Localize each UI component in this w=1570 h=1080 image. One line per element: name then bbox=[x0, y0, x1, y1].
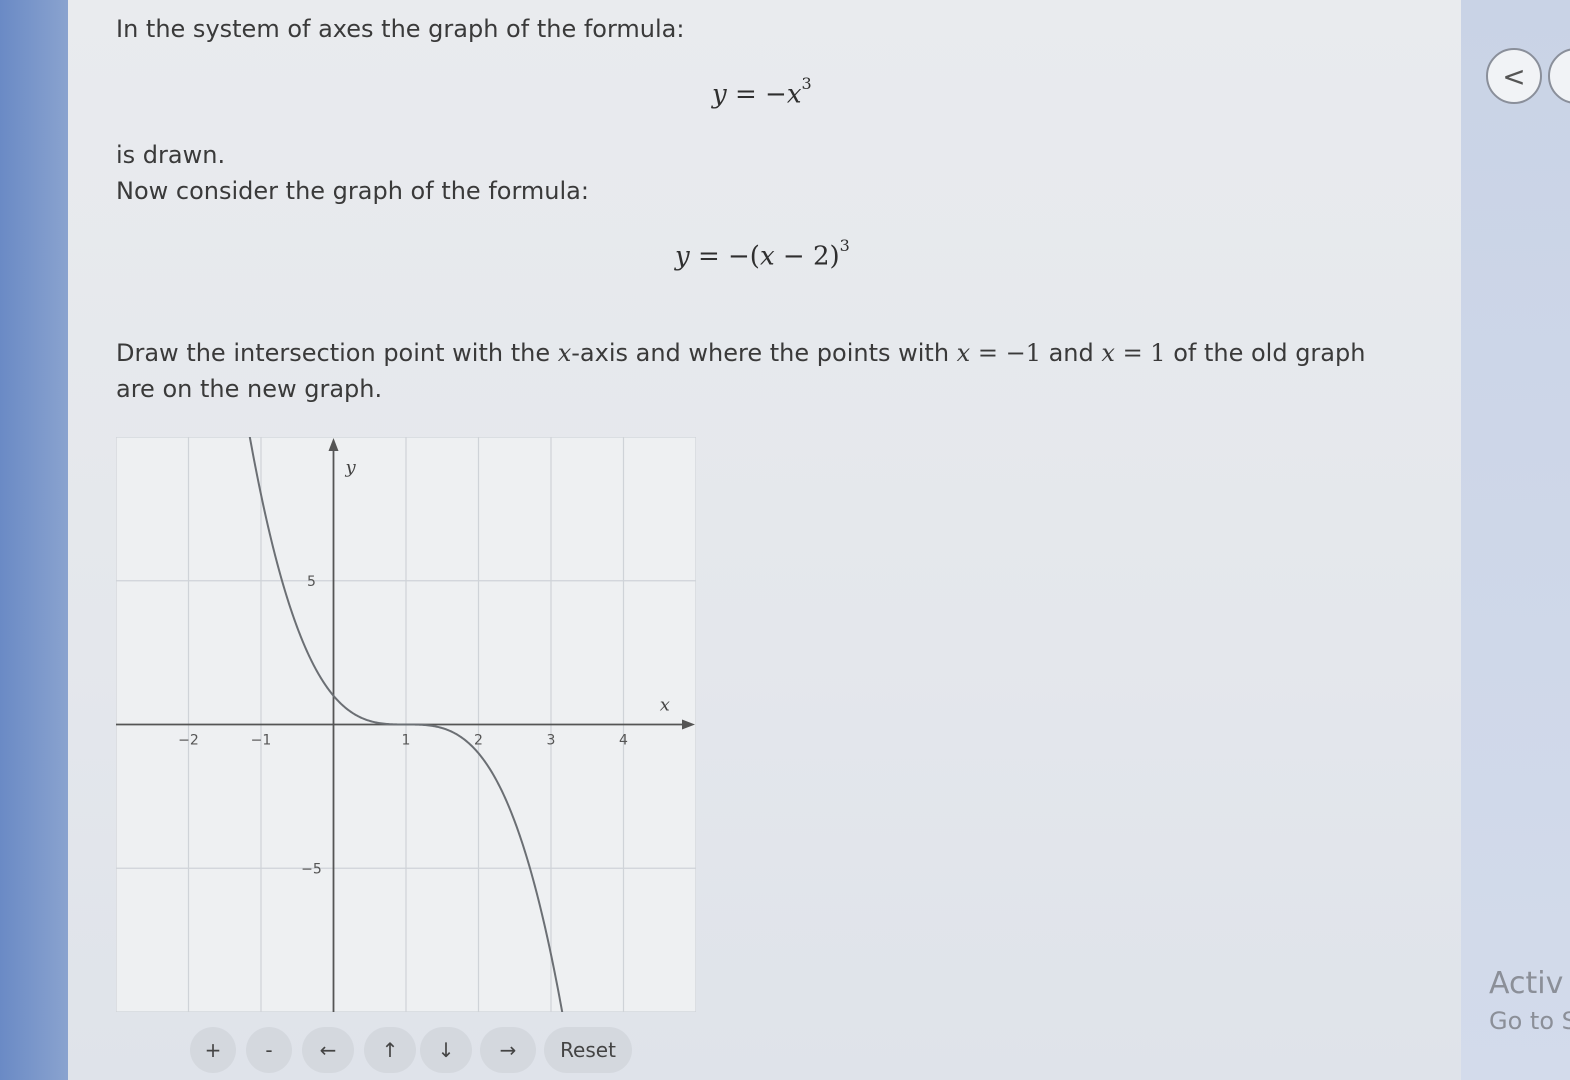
watermark-line2: Go to S bbox=[1489, 1007, 1570, 1035]
formula-new-eq: = −( bbox=[689, 241, 760, 272]
instruction-part4: of the old graph bbox=[1165, 339, 1366, 367]
x-tick-label: 4 bbox=[619, 733, 628, 749]
pan-right-button[interactable]: → bbox=[480, 1027, 536, 1073]
formula-new-exp: 3 bbox=[839, 236, 850, 255]
pan-down-button[interactable]: ↓ bbox=[420, 1027, 472, 1073]
instruction-xvar2: x bbox=[956, 339, 971, 367]
instruction-xvar3: x bbox=[1101, 339, 1115, 367]
formula-old-var: x bbox=[786, 79, 802, 110]
y-tick-label: −5 bbox=[301, 861, 322, 877]
formula-new-lhs: y bbox=[675, 241, 690, 272]
instruction-eq2: = 1 bbox=[1114, 339, 1166, 367]
chevron-left-icon: < bbox=[1502, 59, 1526, 93]
watermark-line1: Activ bbox=[1489, 966, 1564, 1001]
pan-left-button[interactable]: ← bbox=[302, 1027, 354, 1073]
reset-button[interactable]: Reset bbox=[544, 1027, 632, 1073]
drawn-text: is drawn. bbox=[116, 141, 226, 169]
formula-new-rest: − 2) bbox=[774, 241, 840, 272]
formula-old-eq: = − bbox=[726, 79, 787, 110]
x-tick-label: 1 bbox=[402, 733, 411, 749]
tick-labels: −2 −1 1 2 3 4 5 −5 bbox=[178, 574, 628, 878]
back-button[interactable]: < bbox=[1486, 48, 1542, 104]
formula-new: y = −(x − 2)3 bbox=[675, 236, 850, 272]
instruction-part1: Draw the intersection point with the bbox=[116, 339, 558, 367]
pan-up-button[interactable]: ↑ bbox=[364, 1027, 416, 1073]
x-axis-label: x bbox=[660, 695, 670, 716]
activation-watermark: Activ Go to S bbox=[1489, 966, 1570, 1035]
zoom-in-button[interactable]: + bbox=[190, 1027, 236, 1073]
x-tick-label: 2 bbox=[474, 733, 483, 749]
graph-canvas[interactable]: −2 −1 1 2 3 4 5 −5 y x bbox=[115, 418, 697, 1031]
x-tick-label: 3 bbox=[547, 733, 556, 749]
formula-old-lhs: y bbox=[712, 79, 727, 110]
left-strip bbox=[0, 0, 68, 1080]
formula-old: y = −x3 bbox=[712, 74, 812, 110]
instruction-line2: are on the new graph. bbox=[116, 375, 383, 403]
zoom-out-button[interactable]: - bbox=[246, 1027, 292, 1073]
x-tick-label: −2 bbox=[178, 733, 199, 749]
x-axis-arrow bbox=[682, 719, 695, 730]
y-axis-label: y bbox=[345, 457, 357, 478]
instruction-xvar1: x bbox=[557, 339, 572, 367]
right-panel bbox=[1461, 0, 1570, 1080]
instruction-part2: -axis and where the points with bbox=[571, 339, 957, 367]
graph-svg[interactable]: −2 −1 1 2 3 4 5 −5 y x bbox=[115, 418, 697, 1031]
formula-old-exp: 3 bbox=[801, 74, 812, 93]
formula-new-var: x bbox=[759, 241, 775, 272]
instruction-part3: and bbox=[1040, 339, 1102, 367]
consider-text: Now consider the graph of the formula: bbox=[116, 177, 589, 205]
intro-text: In the system of axes the graph of the f… bbox=[116, 15, 685, 43]
instruction-eq1: = −1 bbox=[970, 339, 1041, 367]
y-tick-label: 5 bbox=[307, 574, 316, 590]
instruction-line1: Draw the intersection point with the x-a… bbox=[116, 339, 1365, 367]
x-tick-label: −1 bbox=[251, 733, 272, 749]
y-axis-arrow bbox=[328, 438, 339, 451]
